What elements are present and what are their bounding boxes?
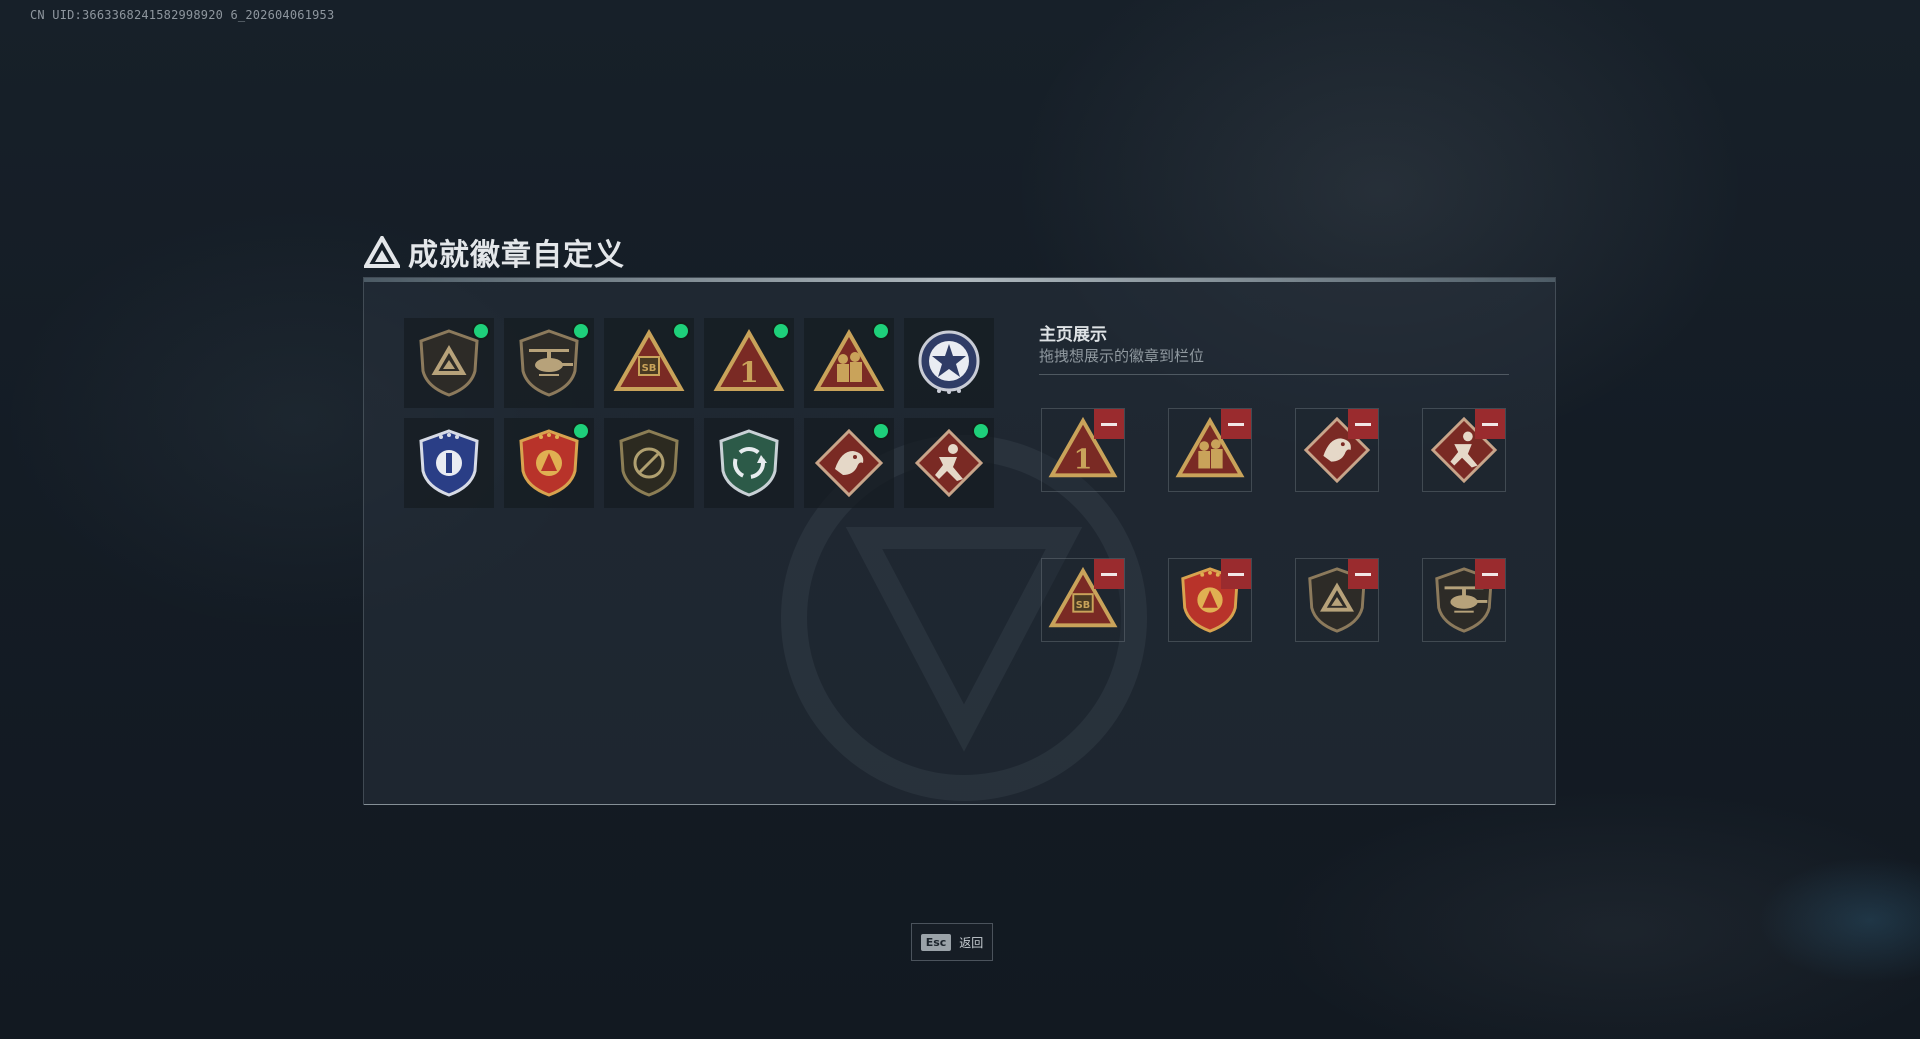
star-seal-icon bbox=[918, 330, 980, 394]
red-star-shield-icon bbox=[519, 429, 579, 497]
badge-item[interactable] bbox=[404, 318, 494, 408]
sb-triangle-icon: SB bbox=[613, 328, 685, 391]
badge-item[interactable] bbox=[904, 418, 994, 508]
back-label: 返回 bbox=[959, 935, 984, 950]
minus-icon bbox=[1355, 422, 1371, 426]
page-title: 成就徽章自定义 bbox=[408, 238, 625, 273]
minus-icon bbox=[1482, 572, 1498, 576]
minus-icon bbox=[1228, 572, 1244, 576]
minus-icon bbox=[1101, 422, 1117, 426]
badge-item[interactable] bbox=[804, 318, 894, 408]
page-header: 成就徽章自定义 bbox=[364, 232, 625, 273]
showcase-subtitle: 拖拽想展示的徽章到栏位 bbox=[1039, 347, 1205, 365]
equipped-indicator-icon bbox=[474, 324, 488, 338]
remove-badge-button[interactable] bbox=[1221, 559, 1251, 589]
equipped-indicator-icon bbox=[774, 324, 788, 338]
badge-item[interactable]: 1 bbox=[704, 318, 794, 408]
showcase-title: 主页展示 bbox=[1039, 325, 1107, 345]
badge-item[interactable] bbox=[804, 418, 894, 508]
panel-top-border bbox=[364, 278, 1555, 282]
showcase-slot[interactable] bbox=[1168, 558, 1252, 642]
showcase-slot[interactable] bbox=[1422, 558, 1506, 642]
equipped-indicator-icon bbox=[874, 324, 888, 338]
badge-item[interactable] bbox=[604, 418, 694, 508]
triangle-logo-icon bbox=[364, 236, 400, 268]
number-one-triangle-icon: 1 bbox=[713, 328, 785, 391]
equipped-indicator-icon bbox=[574, 424, 588, 438]
equipped-indicator-icon bbox=[874, 424, 888, 438]
badge-collection-grid: SB 1 bbox=[404, 318, 994, 508]
back-button[interactable]: Esc 返回 bbox=[911, 923, 993, 961]
uid-watermark: CN UID:3663368241582998920 6_20260406195… bbox=[30, 8, 335, 22]
remove-badge-button[interactable] bbox=[1094, 409, 1124, 439]
soldiers-triangle-icon bbox=[813, 328, 885, 391]
badge-item[interactable] bbox=[404, 418, 494, 508]
badge-item[interactable] bbox=[704, 418, 794, 508]
equipped-indicator-icon bbox=[974, 424, 988, 438]
runner-diamond-icon bbox=[914, 428, 984, 498]
badge-customize-panel: SB 1 主页展示 拖拽想展示的徽章到栏位 1 SB bbox=[363, 277, 1556, 805]
badge-item[interactable] bbox=[504, 418, 594, 508]
remove-badge-button[interactable] bbox=[1221, 409, 1251, 439]
badge-item[interactable] bbox=[504, 318, 594, 408]
shield-triangle-icon bbox=[419, 329, 479, 397]
showcase-slot[interactable] bbox=[1422, 408, 1506, 492]
minus-icon bbox=[1355, 572, 1371, 576]
minus-icon bbox=[1228, 422, 1244, 426]
svg-text:1: 1 bbox=[739, 356, 758, 389]
showcase-divider bbox=[1039, 374, 1509, 375]
remove-badge-button[interactable] bbox=[1348, 559, 1378, 589]
remove-badge-button[interactable] bbox=[1094, 559, 1124, 589]
svg-text:SB: SB bbox=[1076, 600, 1090, 611]
remove-badge-button[interactable] bbox=[1475, 409, 1505, 439]
remove-badge-button[interactable] bbox=[1475, 559, 1505, 589]
svg-text:1: 1 bbox=[1074, 443, 1093, 475]
equipped-indicator-icon bbox=[574, 324, 588, 338]
minus-icon bbox=[1101, 572, 1117, 576]
badge-item[interactable] bbox=[904, 318, 994, 408]
showcase-slot[interactable] bbox=[1168, 408, 1252, 492]
no-weapon-shield-icon bbox=[619, 429, 679, 497]
green-cycle-shield-icon bbox=[719, 429, 779, 497]
esc-key-icon: Esc bbox=[920, 933, 952, 951]
showcase-slot[interactable]: SB bbox=[1041, 558, 1125, 642]
blue-police-badge-icon bbox=[419, 429, 479, 497]
equipped-indicator-icon bbox=[674, 324, 688, 338]
helicopter-icon bbox=[519, 329, 579, 397]
showcase-slot[interactable] bbox=[1295, 558, 1379, 642]
remove-badge-button[interactable] bbox=[1348, 409, 1378, 439]
showcase-slot[interactable] bbox=[1295, 408, 1379, 492]
badge-item[interactable]: SB bbox=[604, 318, 694, 408]
dragon-diamond-icon bbox=[814, 428, 884, 498]
svg-text:SB: SB bbox=[642, 363, 657, 374]
minus-icon bbox=[1482, 422, 1498, 426]
showcase-slot[interactable]: 1 bbox=[1041, 408, 1125, 492]
